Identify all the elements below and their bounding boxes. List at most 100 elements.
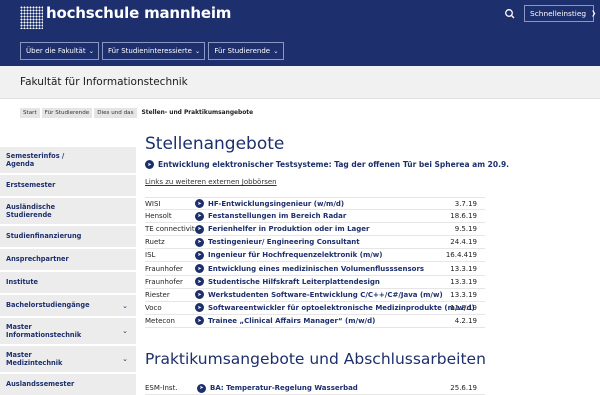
nav-item-prospective[interactable]: Für Studieninteressierte ⌄: [102, 42, 206, 60]
job-link[interactable]: ➤ Festanstellungen im Bereich Radar: [195, 211, 450, 221]
company-cell: ISL: [145, 251, 156, 260]
company-cell: WISI: [145, 199, 161, 208]
chevron-down-icon: ❯: [591, 10, 597, 17]
job-link[interactable]: ➤ Trainee „Clinical Affairs Manager“ (m/w…: [195, 316, 450, 326]
company-cell: Ruetz: [145, 238, 165, 247]
arrow-right-icon: ➤: [195, 237, 204, 247]
arrow-right-icon: ➤: [195, 277, 204, 287]
nav-item-label: Über die Fakultät: [26, 47, 86, 55]
table-row: Ruetz ➤ Testingenieur/ Engineering Consult…: [145, 236, 485, 250]
job-title: HF-Entwicklungsingenieur (w/m/d): [208, 199, 345, 208]
arrow-right-icon: ➤: [195, 224, 204, 234]
internship-title: BA: Temperatur-Regelung Wasserbad: [210, 384, 358, 393]
internships-table: ESM-Inst. ➤ BA: Temperatur-Regelung Wasser…: [145, 382, 485, 395]
breadcrumb: Start Für Studierende Dies und das Stell…: [20, 108, 253, 118]
date-cell: 11.3.19: [450, 303, 477, 312]
sidebar-item-abroad[interactable]: Auslandssemester: [0, 374, 136, 395]
breadcrumb-students[interactable]: Für Studierende: [41, 108, 93, 118]
date-cell: 9.5.19: [454, 225, 477, 234]
quick-access-dropdown[interactable]: Schnelleinstieg ❯: [524, 5, 597, 22]
faculty-title[interactable]: Fakultät für Informationstechnik: [20, 76, 188, 88]
company-cell: Hensolt: [145, 212, 172, 221]
job-title: Studentische Hilfskraft Leiterplattendes…: [208, 277, 380, 286]
sidebar-item-financing[interactable]: Studienfinanzierung: [0, 226, 136, 249]
breadcrumb-start[interactable]: Start: [20, 108, 40, 118]
date-cell: 13.3.19: [450, 264, 477, 273]
section-heading: Praktikumsangebote und Abschlussarbeiten: [145, 350, 486, 368]
sidebar-item-bachelor[interactable]: Bachelorstudiengänge ⌄: [0, 295, 136, 318]
job-link[interactable]: ➤ Entwicklung eines medizinischen Volumen…: [195, 264, 450, 274]
nav-item-label: Für Studierende: [214, 47, 271, 55]
sidebar-item-contacts[interactable]: Ansprechpartner: [0, 249, 136, 272]
sidebar-item-erstsemester[interactable]: Erstsemester: [0, 175, 136, 198]
chevron-down-icon: ⌄: [122, 301, 128, 310]
sidebar-item-label: Ansprechpartner: [6, 255, 69, 263]
table-row: Metecon ➤ Trainee „Clinical Affairs Manage…: [145, 315, 485, 328]
sidebar-item-label: Bachelorstudiengänge: [6, 301, 90, 309]
arrow-right-icon: ➤: [195, 199, 204, 209]
sidebar-item-semesterinfos[interactable]: Semesterinfos / Agenda: [0, 147, 136, 175]
job-link[interactable]: ➤ Ingenieur für Hochfrequenzelektronik (m…: [195, 250, 450, 260]
chevron-down-icon: ⌄: [122, 327, 128, 335]
job-title: Entwicklung eines medizinischen Volumenf…: [208, 264, 425, 273]
sidebar: Semesterinfos / Agenda Erstsemester Ausl…: [0, 147, 136, 395]
sidebar-item-master-med[interactable]: Master Medizintechnik ⌄: [0, 346, 136, 374]
logo-icon[interactable]: [20, 6, 43, 29]
external-jobboards-link[interactable]: Links zu weiteren externen Jobbörsen: [145, 178, 277, 186]
job-link[interactable]: ➤ Werkstudenten Software-Entwicklung C/C+…: [195, 290, 450, 300]
company-cell: TE connectivity: [145, 225, 195, 234]
date-cell: 25.6.19: [450, 384, 477, 393]
chevron-down-icon: ⌄: [88, 47, 95, 55]
search-icon: [505, 9, 515, 19]
arrow-right-icon: ➤: [195, 264, 204, 274]
breadcrumb-current: Stellen- und Praktikumsangebote: [141, 110, 254, 116]
job-link[interactable]: ➤ Ferienhelfer in Produktion oder im Lage…: [195, 224, 450, 234]
faculty-bar: Fakultät für Informationstechnik: [0, 66, 600, 99]
sidebar-item-label: Master Informationstechnik: [6, 323, 82, 339]
table-row: Fraunhofer ➤ Entwicklung eines medizinisch…: [145, 262, 485, 276]
table-row: ISL ➤ Ingenieur für Hochfrequenzelektronik…: [145, 249, 485, 263]
date-cell: 13.3.19: [450, 277, 477, 286]
featured-job-link[interactable]: ➤ Entwicklung elektronischer Testsysteme…: [145, 160, 509, 169]
job-title: Ferienhelfer in Produktion oder im Lager: [208, 225, 370, 234]
chevron-down-icon: ⌄: [194, 47, 201, 55]
job-link[interactable]: ➤ HF-Entwicklungsingenieur (w/m/d): [195, 199, 450, 209]
quick-access-label: Schnelleinstieg: [530, 9, 587, 18]
jobs-table: WISI ➤ HF-Entwicklungsingenieur (w/m/d) 3.7…: [145, 197, 485, 328]
sidebar-item-label: Auslandssemester: [6, 380, 75, 388]
date-cell: 3.7.19: [454, 199, 477, 208]
sidebar-item-label: Erstsemester: [6, 181, 56, 189]
chevron-down-icon: ⌄: [273, 47, 279, 55]
breadcrumb-misc[interactable]: Dies und das: [94, 108, 137, 118]
featured-job-label: Entwicklung elektronischer Testsysteme: …: [158, 160, 510, 169]
arrow-right-icon: ➤: [197, 383, 206, 393]
table-row: TE connectivity ➤ Ferienhelfer in Produkti…: [145, 223, 485, 237]
site-header: hochschule mannheim Schnelleinstieg ❯ Üb…: [0, 0, 600, 66]
job-title: Festanstellungen im Bereich Radar: [208, 212, 347, 221]
arrow-right-icon: ➤: [195, 211, 204, 221]
nav-item-students[interactable]: Für Studierende ⌄: [208, 42, 284, 60]
company-cell: Fraunhofer: [145, 277, 183, 286]
internship-link[interactable]: ➤ BA: Temperatur-Regelung Wasserbad: [197, 383, 452, 393]
logo-text[interactable]: hochschule mannheim: [46, 4, 231, 22]
company-cell: Fraunhofer: [145, 264, 183, 273]
job-title: Ingenieur für Hochfrequenzelektronik (m/…: [208, 251, 383, 260]
sidebar-item-international[interactable]: Ausländische Studierende: [0, 198, 136, 226]
company-cell: Riester: [145, 290, 170, 299]
job-link[interactable]: ➤ Testingenieur/ Engineering Consultant: [195, 237, 450, 247]
nav-item-faculty[interactable]: Über die Fakultät ⌄: [20, 42, 100, 60]
sidebar-item-label: Institute: [6, 278, 38, 286]
sidebar-item-label: Ausländische Studierende: [6, 203, 56, 219]
page-title: Stellenangebote: [145, 134, 285, 154]
sidebar-item-master-it[interactable]: Master Informationstechnik ⌄: [0, 318, 136, 346]
search-button[interactable]: [500, 6, 520, 22]
date-cell: 18.6.19: [450, 212, 477, 221]
arrow-right-icon: ➤: [195, 316, 204, 326]
job-title: Werkstudenten Software-Entwicklung C/C++…: [208, 290, 443, 299]
chevron-down-icon: ⌄: [122, 355, 128, 363]
sidebar-item-institutes[interactable]: Institute: [0, 272, 136, 295]
job-title: Softwareentwickler für optoelektronische…: [208, 303, 475, 312]
job-link[interactable]: ➤ Studentische Hilfskraft Leiterplattende…: [195, 277, 450, 287]
job-link[interactable]: ➤ Softwareentwickler für optoelektronisch…: [195, 303, 475, 313]
job-title: Testingenieur/ Engineering Consultant: [208, 238, 360, 247]
